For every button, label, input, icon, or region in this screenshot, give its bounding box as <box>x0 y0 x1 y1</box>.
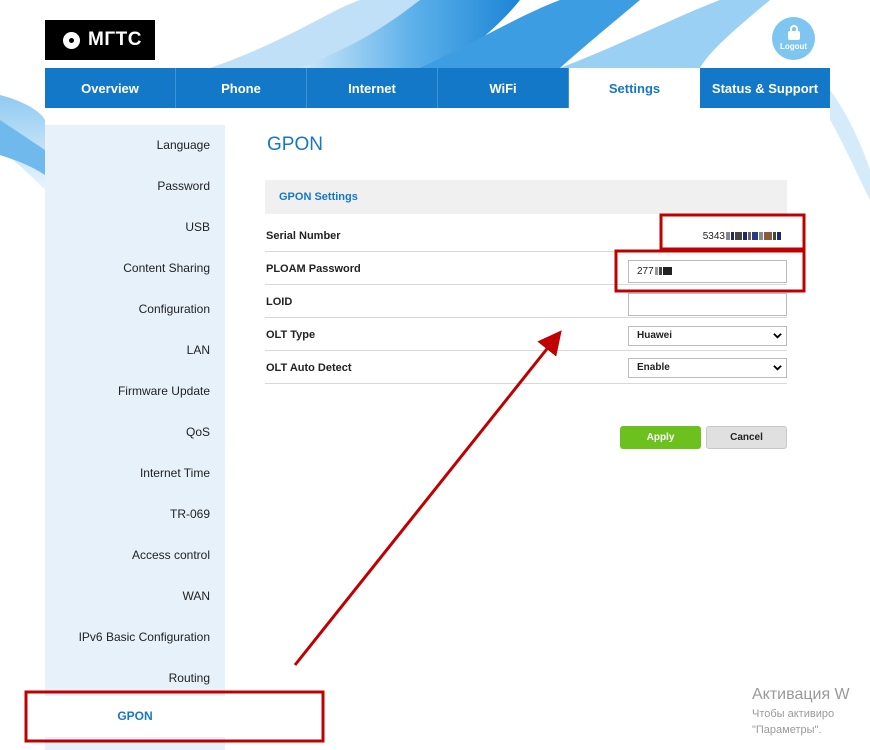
tab-status-support[interactable]: Status & Support <box>700 68 830 108</box>
ploam-password-label: PLOAM Password <box>266 263 361 275</box>
settings-sidebar: Language Password USB Content Sharing Co… <box>45 125 225 750</box>
sidebar-item-tr069[interactable]: TR-069 <box>170 507 210 521</box>
row-ploam-password: PLOAM Password 277 <box>265 252 787 285</box>
serial-number-text: 5343 <box>702 231 725 242</box>
ploam-password-value: 277 <box>637 266 654 277</box>
sidebar-item-gpon[interactable]: GPON <box>45 696 225 737</box>
sidebar-item-usb[interactable]: USB <box>185 220 210 234</box>
sidebar-item-internet-time[interactable]: Internet Time <box>140 466 210 480</box>
main-content: GPON GPON Settings Serial Number 5343 PL… <box>225 108 830 750</box>
loid-input[interactable] <box>628 293 787 316</box>
sidebar-item-configuration[interactable]: Configuration <box>139 302 210 316</box>
serial-number-value: 5343 <box>703 231 781 242</box>
chevron-down-icon <box>773 333 782 339</box>
ploam-password-input[interactable]: 277 <box>628 260 787 283</box>
loid-label: LOID <box>266 296 293 308</box>
tab-settings[interactable]: Settings <box>569 68 700 108</box>
logo-text: МГТС <box>88 29 142 50</box>
tab-phone[interactable]: Phone <box>176 68 307 108</box>
watermark-title: Активация W <box>752 686 850 703</box>
logout-button[interactable]: Logout <box>772 17 815 60</box>
tab-internet[interactable]: Internet <box>307 68 438 108</box>
tab-overview[interactable]: Overview <box>45 68 176 108</box>
redaction-blur <box>725 231 781 242</box>
row-loid: LOID <box>265 285 787 318</box>
cancel-button[interactable]: Cancel <box>706 426 787 449</box>
olt-auto-detect-label: OLT Auto Detect <box>266 362 352 374</box>
olt-auto-detect-select[interactable]: Enable <box>628 358 787 378</box>
watermark-line-1: Чтобы активиро <box>752 708 835 720</box>
sidebar-item-qos[interactable]: QoS <box>186 425 210 439</box>
sidebar-item-routing[interactable]: Routing <box>169 671 210 685</box>
sidebar-item-firmware-update[interactable]: Firmware Update <box>118 384 210 398</box>
chevron-down-icon <box>773 365 782 371</box>
sidebar-item-password[interactable]: Password <box>157 179 210 193</box>
watermark-line-2: "Параметры". <box>752 724 822 736</box>
olt-type-select[interactable]: Huawei <box>628 326 787 346</box>
page-title: GPON <box>267 134 323 155</box>
unlock-icon <box>787 24 801 40</box>
sidebar-item-language[interactable]: Language <box>157 138 210 152</box>
sidebar-item-wan[interactable]: WAN <box>182 589 210 603</box>
section-title: GPON Settings <box>279 191 358 203</box>
logo-mark-icon <box>63 31 80 49</box>
row-olt-type: OLT Type Huawei <box>265 318 787 351</box>
tab-wifi[interactable]: WiFi <box>438 68 569 108</box>
logout-label: Logout <box>779 41 808 51</box>
section-header: GPON Settings <box>265 180 787 214</box>
serial-number-label: Serial Number <box>266 230 341 242</box>
main-nav: Overview Phone Internet WiFi Settings St… <box>45 68 830 108</box>
brand-logo: МГТС <box>45 20 155 60</box>
row-olt-auto-detect: OLT Auto Detect Enable <box>265 351 787 384</box>
olt-type-value: Huawei <box>637 330 673 341</box>
sidebar-item-lan[interactable]: LAN <box>187 343 210 357</box>
redaction-blur <box>654 266 672 277</box>
sidebar-item-ipv6-basic-configuration[interactable]: IPv6 Basic Configuration <box>79 630 210 644</box>
olt-type-label: OLT Type <box>266 329 316 341</box>
sidebar-item-content-sharing[interactable]: Content Sharing <box>123 261 210 275</box>
row-serial-number: Serial Number 5343 <box>265 219 787 252</box>
apply-button[interactable]: Apply <box>620 426 701 449</box>
olt-auto-detect-value: Enable <box>637 362 670 373</box>
windows-activation-watermark: Активация W Чтобы активиро "Параметры". <box>752 686 870 736</box>
sidebar-item-access-control[interactable]: Access control <box>132 548 210 562</box>
